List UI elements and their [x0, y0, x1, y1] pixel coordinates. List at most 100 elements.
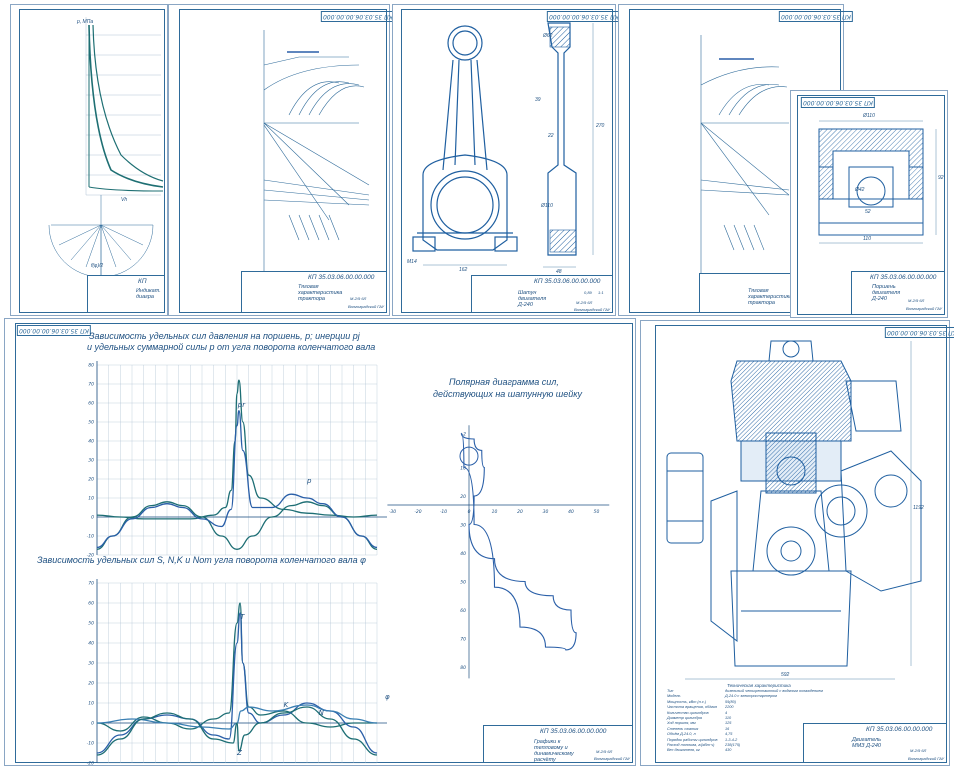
spec-key: Расход топлива, г/(кВт·ч)	[667, 743, 715, 747]
corner-stamp: КП 35.03.06.00.00.000	[17, 325, 91, 336]
dim-label: М14	[407, 259, 417, 265]
axis-x-label: Vh	[121, 197, 128, 203]
polar-title: Полярная диаграмма сил,	[449, 377, 559, 387]
sheet-dynamic-charts[interactable]: КП 35.03.06.00.00.000 Зависимость удельн…	[4, 318, 636, 767]
spec-value: 2200	[725, 705, 734, 710]
title-block: Тяговая характеристика трактора	[699, 273, 799, 313]
spec-key: Вес двигателя, кг	[667, 748, 700, 753]
spec-key: Степень сжатия	[667, 726, 699, 731]
spec-key: Модель	[667, 694, 681, 699]
spec-value: 1-3-4-2	[725, 737, 738, 742]
spec-key: Мощность, кВт (л.с.)	[667, 699, 707, 704]
group-text: М-2/9 6Л	[908, 298, 925, 303]
y-tick-label: 0	[91, 721, 94, 727]
polar-x-tick: 10	[492, 509, 498, 515]
title-block: КП 35.03.06.00.00.000 Графики к тепловом…	[483, 725, 633, 763]
polar-title: действующих на шатунную шейку	[433, 389, 582, 399]
university-text: Волгоградский ГАУ	[594, 756, 631, 761]
title-block: КП 35.03.06.00.00.000 Поршень двигателя …	[851, 271, 945, 315]
y-tick-label: 30	[88, 661, 94, 667]
polar-x-tick: -30	[389, 509, 396, 515]
polar-y-tick: 50	[460, 580, 466, 586]
title-block: КП Индикат. диагра	[87, 275, 165, 313]
y-tick-label: 80	[88, 363, 94, 369]
polar-y-tick: 40	[460, 551, 466, 557]
dim-label: 270	[596, 123, 605, 129]
y-tick-label: -10	[87, 741, 94, 747]
dim-label: Ø110	[541, 203, 553, 209]
spec-value: 4	[725, 710, 728, 715]
title-block-name: Индикат. диагра	[136, 288, 161, 300]
dim-label: 52	[865, 209, 871, 215]
series-label-Z: Z	[236, 749, 242, 757]
spec-value: 125	[725, 721, 732, 726]
university-text: Волгоградский ГАУ	[906, 306, 943, 311]
y-tick-label: 50	[88, 621, 94, 627]
spec-value: 4,75	[725, 732, 733, 737]
dim-label: Ø62	[543, 33, 553, 39]
dim-label: 22	[548, 133, 554, 139]
y-tick-label: 0	[91, 515, 94, 521]
polar-curve	[460, 432, 577, 651]
axis-y-label: p, МПа	[77, 19, 94, 25]
polar-x-tick: -10	[440, 509, 447, 515]
chart-specific-forces: 706050403020100-10-20TKNZφ	[87, 579, 390, 767]
title-block-name: Двигатель ММЗ Д-240	[852, 737, 881, 749]
sheet-piston[interactable]: КП 35.03.06.00.00.000 Ø110 Ø42 52 110 92…	[790, 90, 948, 318]
title-block-code: КП	[138, 278, 147, 285]
polar-x-tick: 30	[543, 509, 549, 515]
dim-label: 39	[535, 97, 541, 103]
university-text: Волгоградский ГАУ	[348, 304, 385, 309]
y-tick-label: 20	[88, 477, 94, 483]
y-tick-label: 20	[88, 681, 94, 687]
spec-title: Техническая характеристика	[727, 683, 791, 688]
title-block-code: КП 35.03.06.00.00.000	[534, 278, 601, 285]
polar-y-tick: 10	[460, 466, 466, 472]
group-text: М-2/9 6Л	[350, 296, 367, 301]
spec-value: 16	[725, 726, 730, 731]
y-tick-label: 60	[88, 401, 94, 407]
dim-label: Ø42	[855, 187, 865, 193]
dim-label: 110	[863, 236, 871, 242]
y-tick-label: 10	[88, 701, 94, 707]
dim-label: 92	[938, 175, 944, 181]
spec-key: Тип	[667, 689, 674, 693]
sheet-engine-assembly[interactable]: КП 35.03.06.00.00.000 1192 592 Техническ…	[640, 320, 954, 766]
polar-y-tick: 20	[460, 494, 466, 500]
indicator-diagram	[48, 17, 164, 278]
spec-key: Ход поршня, мм	[667, 721, 696, 726]
group-text: М-2/9 6Л	[576, 300, 593, 305]
title-block-code: КП 35.03.06.00.00.000	[308, 274, 375, 281]
y-tick-label: 30	[88, 458, 94, 464]
y-tick-label: -10	[87, 534, 94, 540]
phi-label: f(φ)/2	[91, 263, 104, 269]
spec-value: дизельный четырехтактный с водяным охлаж…	[725, 689, 823, 693]
dim-width-label: 592	[781, 672, 790, 678]
dim-label: Ø110	[863, 113, 875, 119]
title-block-name: Тяговая характеристика трактора	[298, 284, 343, 302]
sheet-traction-characteristic[interactable]: КП 35.03.06.00.00.000 КП 35.03.06.00.00.…	[168, 4, 395, 316]
spec-value: 110	[725, 716, 732, 720]
chart2-title: Зависимость удельных сил S, N,K и Nот уг…	[37, 555, 366, 565]
sheet-indicator-diagram[interactable]: p, МПа Vh f(φ)/2 КП Индикат. диагра	[10, 4, 168, 316]
polar-y-tick: 30	[460, 523, 466, 529]
title-block-name: Шатун двигателя Д-240	[518, 290, 547, 308]
chart-polar-diagram: -30 -20 -10 0 10 20 30 40 50-21020304050607080	[387, 425, 610, 679]
polar-x-tick: 40	[568, 509, 574, 515]
series-label-pr: pr	[237, 401, 246, 409]
group-text: М-2/9 6Л	[910, 748, 927, 753]
spec-key: Частота вращения, об/мин	[667, 705, 718, 710]
chart1-title: и удельных суммарной силы p от угла пово…	[87, 342, 376, 352]
title-block: КП 35.03.06.00.00.000 Шатун двигателя Д-…	[471, 275, 613, 313]
chart1-title: Зависимость удельных сил давления на пор…	[89, 331, 360, 341]
sheet-connecting-rod[interactable]: КП 35.03.06.00.00.000 Ø62 39 22 Ø110 270…	[392, 4, 621, 316]
polar-y-tick: 70	[460, 637, 466, 643]
polar-x-tick: -20	[414, 509, 421, 515]
title-block-code: КП 35.03.06.00.00.000	[870, 274, 937, 281]
spec-key: Диаметр цилиндра	[667, 716, 702, 720]
spec-key: Количество цилиндров	[667, 710, 709, 715]
scale-text: 1:1	[598, 290, 604, 295]
title-block: КП 35.03.06.00.00.000 Тяговая характерис…	[241, 271, 387, 313]
university-text: Волгоградский ГАУ	[574, 307, 611, 312]
spec-value: 238(175)	[725, 743, 741, 747]
